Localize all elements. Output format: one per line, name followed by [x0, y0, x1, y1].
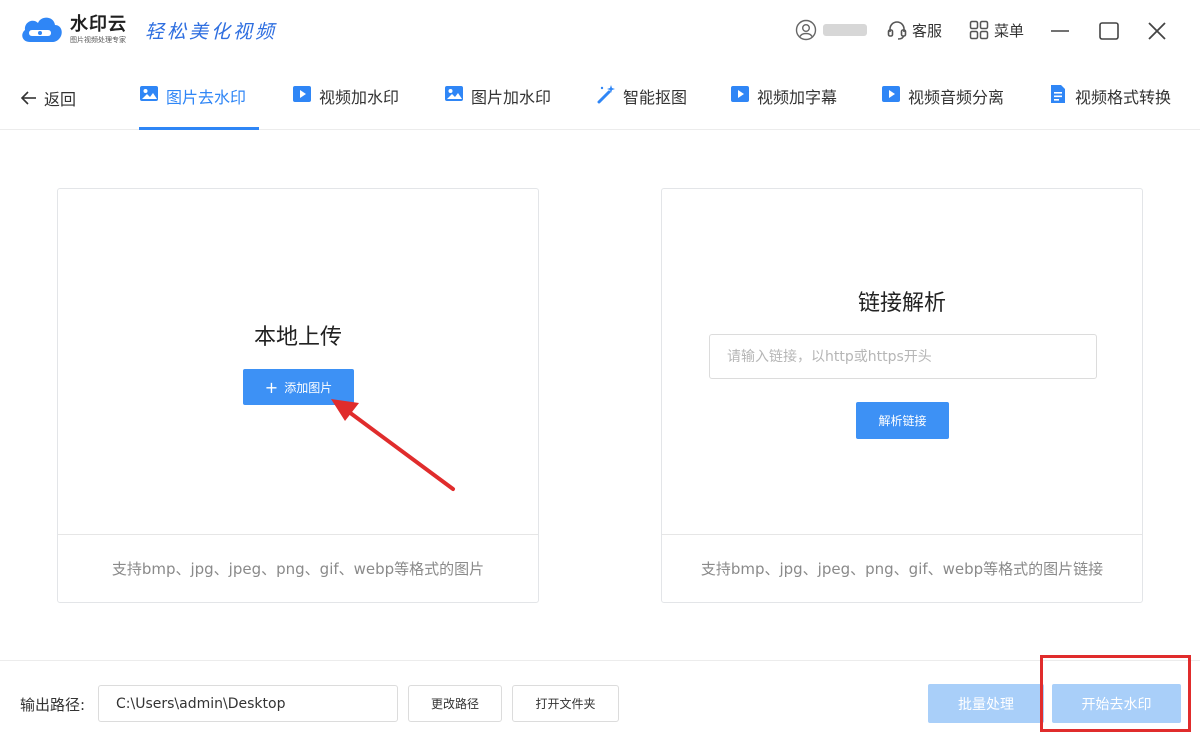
image-icon — [445, 86, 463, 101]
file-convert-icon — [1051, 85, 1065, 103]
close-button[interactable] — [1144, 18, 1170, 44]
plus-icon: + — [264, 377, 279, 397]
title-bar: 水印云 图片视频处理专家 轻松美化视频 客服 菜单 — [0, 0, 1200, 62]
tab-video-audio-separate[interactable]: 视频音频分离 — [881, 84, 1004, 130]
headset-icon — [887, 21, 907, 40]
close-icon — [1148, 22, 1166, 40]
link-parse-title: 链接解析 — [857, 291, 946, 316]
add-image-button[interactable]: + 添加图片 — [243, 369, 354, 405]
customer-service-button[interactable]: 客服 — [886, 19, 942, 41]
tab-label: 视频格式转换 — [1075, 88, 1172, 107]
output-path-field[interactable]: C:\Users\admin\Desktop — [98, 685, 398, 722]
app-name: 水印云 — [70, 14, 127, 35]
user-name-blurred — [823, 24, 867, 36]
arrow-left-icon — [20, 91, 36, 105]
tab-label: 视频加水印 — [319, 88, 400, 107]
link-supported-formats: 支持bmp、jpg、jpeg、png、gif、webp等格式的图片链接 — [700, 559, 1104, 578]
output-path-label: 输出路径: — [20, 696, 86, 714]
app-slogan: 轻松美化视频 — [145, 21, 278, 43]
tab-video-format-convert[interactable]: 视频格式转换 — [1048, 84, 1171, 130]
minimize-icon — [1051, 30, 1069, 32]
tool-tabs-bar: 返回 图片去水印 视频加水印 图片加水印 智能抠图 视频加字幕 视频音频分离 视… — [0, 62, 1200, 130]
tab-label: 图片加水印 — [471, 88, 552, 107]
link-parse-panel: 链接解析 解析链接 支持bmp、jpg、jpeg、png、gif、webp等格式… — [661, 188, 1143, 603]
upload-supported-formats: 支持bmp、jpg、jpeg、png、gif、webp等格式的图片 — [111, 559, 485, 578]
tab-label: 图片去水印 — [166, 88, 247, 107]
local-upload-panel: 本地上传 + 添加图片 支持bmp、jpg、jpeg、png、gif、webp等… — [57, 188, 539, 603]
user-account[interactable] — [795, 19, 867, 41]
bottom-bar: 输出路径: C:\Users\admin\Desktop 更改路径 打开文件夹 … — [0, 660, 1200, 736]
video-icon — [293, 86, 311, 102]
tab-video-add-subtitles[interactable]: 视频加字幕 — [730, 84, 837, 130]
maximize-button[interactable] — [1096, 18, 1122, 44]
link-input[interactable] — [709, 334, 1097, 379]
back-label: 返回 — [44, 90, 77, 109]
app-logo: 水印云 图片视频处理专家 — [18, 12, 127, 48]
batch-process-button[interactable]: 批量处理 — [928, 684, 1044, 723]
menu-button[interactable]: 菜单 — [968, 19, 1024, 41]
image-icon — [140, 86, 158, 101]
tab-image-remove-watermark[interactable]: 图片去水印 — [139, 84, 259, 130]
tab-label: 智能抠图 — [623, 88, 688, 107]
video-icon — [731, 86, 749, 102]
open-folder-button[interactable]: 打开文件夹 — [512, 685, 619, 722]
menu-label: 菜单 — [994, 21, 1025, 40]
change-path-button[interactable]: 更改路径 — [408, 685, 502, 722]
tab-label: 视频加字幕 — [757, 88, 838, 107]
upload-title: 本地上传 — [253, 325, 342, 350]
cloud-logo-icon — [22, 17, 62, 42]
tab-image-add-watermark[interactable]: 图片加水印 — [444, 84, 551, 130]
parse-link-button[interactable]: 解析链接 — [856, 402, 949, 439]
video-icon — [882, 86, 900, 102]
back-button[interactable]: 返回 — [20, 86, 76, 110]
add-image-label: 添加图片 — [284, 380, 333, 395]
tab-video-add-watermark[interactable]: 视频加水印 — [292, 84, 399, 130]
grid-icon — [969, 20, 989, 40]
maximize-icon — [1099, 22, 1119, 40]
tab-label: 视频音频分离 — [908, 88, 1005, 107]
start-remove-watermark-button[interactable]: 开始去水印 — [1052, 684, 1181, 723]
tab-smart-cutout[interactable]: 智能抠图 — [596, 84, 687, 130]
customer-service-label: 客服 — [912, 21, 943, 40]
user-icon — [795, 19, 817, 41]
upload-dropzone[interactable]: 本地上传 + 添加图片 — [58, 189, 538, 535]
magic-wand-icon — [597, 85, 615, 104]
app-subtitle: 图片视频处理专家 — [70, 36, 126, 44]
app-window: 水印云 图片视频处理专家 轻松美化视频 客服 菜单 返回 图片去水印 视频加水印… — [0, 0, 1200, 736]
minimize-button[interactable] — [1047, 18, 1073, 44]
